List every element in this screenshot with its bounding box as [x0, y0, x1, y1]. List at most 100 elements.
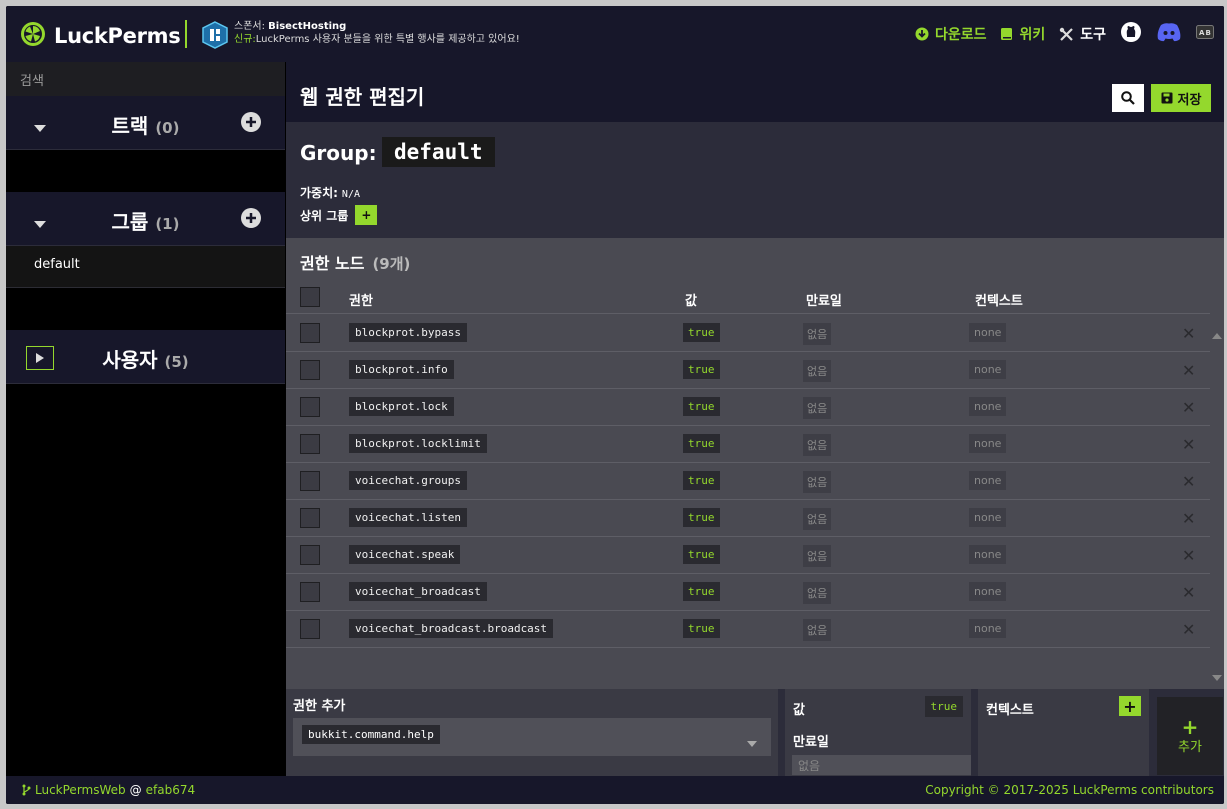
permission-value[interactable]: true: [683, 619, 720, 638]
delete-icon[interactable]: ✕: [1182, 435, 1195, 454]
column-context[interactable]: 컨텍스트: [975, 290, 1023, 309]
delete-icon[interactable]: ✕: [1182, 324, 1195, 343]
nav-tools[interactable]: 도구: [1059, 24, 1106, 44]
permission-name[interactable]: blockprot.bypass: [349, 323, 467, 342]
groups-header[interactable]: 그룹 (1): [6, 192, 285, 246]
permission-expiry[interactable]: 없음: [803, 582, 832, 604]
table-row[interactable]: voicechat_broadcast.broadcast true 없음 none ✕: [286, 611, 1210, 648]
permission-value[interactable]: true: [683, 545, 720, 564]
permission-name[interactable]: blockprot.lock: [349, 397, 454, 416]
expiry-input[interactable]: 없음: [792, 755, 971, 775]
row-checkbox[interactable]: [300, 471, 320, 491]
delete-icon[interactable]: ✕: [1182, 398, 1195, 417]
table-row[interactable]: blockprot.info true 없음 none ✕: [286, 352, 1210, 389]
table-row[interactable]: blockprot.lock true 없음 none ✕: [286, 389, 1210, 426]
permission-name[interactable]: voicechat.speak: [349, 545, 461, 564]
permission-expiry[interactable]: 없음: [803, 471, 832, 493]
delete-icon[interactable]: ✕: [1182, 583, 1195, 602]
permission-name[interactable]: voicechat.groups: [349, 471, 467, 490]
app-window: LuckPerms 스폰서: BisectHosting 신규:LuckPerm…: [6, 6, 1224, 804]
add-context-button[interactable]: +: [1119, 696, 1141, 716]
permission-chip[interactable]: bukkit.command.help: [302, 725, 440, 744]
permission-value[interactable]: true: [683, 360, 720, 379]
sponsor-banner[interactable]: 스폰서: BisectHosting 신규:LuckPerms 사용자 분들을 …: [234, 20, 520, 46]
commit-link[interactable]: efab674: [146, 783, 195, 797]
nav-wiki[interactable]: 위키: [1000, 24, 1045, 44]
project-link[interactable]: LuckPermsWeb: [35, 783, 126, 797]
permission-name[interactable]: voicechat.listen: [349, 508, 467, 527]
row-checkbox[interactable]: [300, 397, 320, 417]
permission-value[interactable]: true: [683, 323, 720, 342]
add-button[interactable]: + 추가: [1157, 697, 1223, 775]
permission-context[interactable]: none: [969, 619, 1007, 638]
row-checkbox[interactable]: [300, 619, 320, 639]
delete-icon[interactable]: ✕: [1182, 472, 1195, 491]
delete-icon[interactable]: ✕: [1182, 546, 1195, 565]
permission-context[interactable]: none: [969, 434, 1007, 453]
permission-value[interactable]: true: [683, 471, 720, 490]
scroll-down-icon[interactable]: [1212, 666, 1222, 685]
search-button[interactable]: [1112, 84, 1144, 112]
permission-value[interactable]: true: [683, 508, 720, 527]
search-input[interactable]: 검색: [6, 62, 285, 96]
permission-select[interactable]: bukkit.command.help: [293, 718, 771, 756]
permission-context[interactable]: none: [969, 397, 1007, 416]
scroll-up-icon[interactable]: [1212, 324, 1222, 343]
delete-icon[interactable]: ✕: [1182, 509, 1195, 528]
column-permission[interactable]: 권한: [349, 290, 373, 309]
discord-link[interactable]: [1156, 22, 1182, 46]
permission-expiry[interactable]: 없음: [803, 397, 832, 419]
row-checkbox[interactable]: [300, 545, 320, 565]
logo[interactable]: LuckPerms: [20, 21, 181, 51]
bisecthosting-icon[interactable]: [202, 21, 228, 53]
sidebar-item-default[interactable]: default: [6, 246, 285, 288]
permission-expiry[interactable]: 없음: [803, 545, 832, 567]
table-row[interactable]: voicechat.speak true 없음 none ✕: [286, 537, 1210, 574]
save-button[interactable]: 저장: [1151, 84, 1211, 112]
permission-expiry[interactable]: 없음: [803, 434, 832, 456]
permission-name[interactable]: voicechat_broadcast.broadcast: [349, 619, 554, 638]
permission-value[interactable]: true: [683, 434, 720, 453]
permission-value[interactable]: true: [683, 582, 720, 601]
add-group-icon[interactable]: [241, 208, 261, 232]
copyright[interactable]: Copyright © 2017-2025 LuckPerms contribu…: [925, 783, 1214, 797]
delete-icon[interactable]: ✕: [1182, 620, 1195, 639]
permission-context[interactable]: none: [969, 582, 1007, 601]
permission-expiry[interactable]: 없음: [803, 323, 832, 345]
nav-download[interactable]: 다운로드: [915, 24, 986, 44]
permission-expiry[interactable]: 없음: [803, 360, 832, 382]
permission-name[interactable]: blockprot.locklimit: [349, 434, 487, 453]
permission-context[interactable]: none: [969, 323, 1007, 342]
permission-name[interactable]: voicechat_broadcast: [349, 582, 487, 601]
permission-context[interactable]: none: [969, 471, 1007, 490]
value-toggle[interactable]: true: [924, 696, 963, 717]
add-parent-button[interactable]: +: [355, 205, 378, 225]
table-row[interactable]: voicechat.listen true 없음 none ✕: [286, 500, 1210, 537]
permission-value[interactable]: true: [683, 397, 720, 416]
table-row[interactable]: blockprot.bypass true 없음 none ✕: [286, 315, 1210, 352]
permission-expiry[interactable]: 없음: [803, 508, 832, 530]
table-row[interactable]: blockprot.locklimit true 없음 none ✕: [286, 426, 1210, 463]
row-checkbox[interactable]: [300, 434, 320, 454]
select-all-checkbox[interactable]: [300, 287, 320, 307]
column-expiry[interactable]: 만료일: [806, 290, 842, 309]
tracks-header[interactable]: 트랙 (0): [6, 96, 285, 150]
add-track-icon[interactable]: [241, 112, 261, 136]
permission-expiry[interactable]: 없음: [803, 619, 832, 641]
table-row[interactable]: voicechat_broadcast true 없음 none ✕: [286, 574, 1210, 611]
language-button[interactable]: AB: [1196, 25, 1214, 43]
users-header[interactable]: 사용자 (5): [6, 330, 285, 384]
row-checkbox[interactable]: [300, 508, 320, 528]
table-row[interactable]: voicechat.groups true 없음 none ✕: [286, 463, 1210, 500]
permission-context[interactable]: none: [969, 508, 1007, 527]
github-link[interactable]: [1120, 21, 1142, 47]
row-checkbox[interactable]: [300, 582, 320, 602]
permission-context[interactable]: none: [969, 545, 1007, 564]
column-value[interactable]: 값: [685, 290, 697, 309]
delete-icon[interactable]: ✕: [1182, 361, 1195, 380]
permission-context[interactable]: none: [969, 360, 1007, 379]
permission-name[interactable]: blockprot.info: [349, 360, 454, 379]
row-checkbox[interactable]: [300, 323, 320, 343]
chevron-down-icon[interactable]: [747, 732, 757, 751]
row-checkbox[interactable]: [300, 360, 320, 380]
